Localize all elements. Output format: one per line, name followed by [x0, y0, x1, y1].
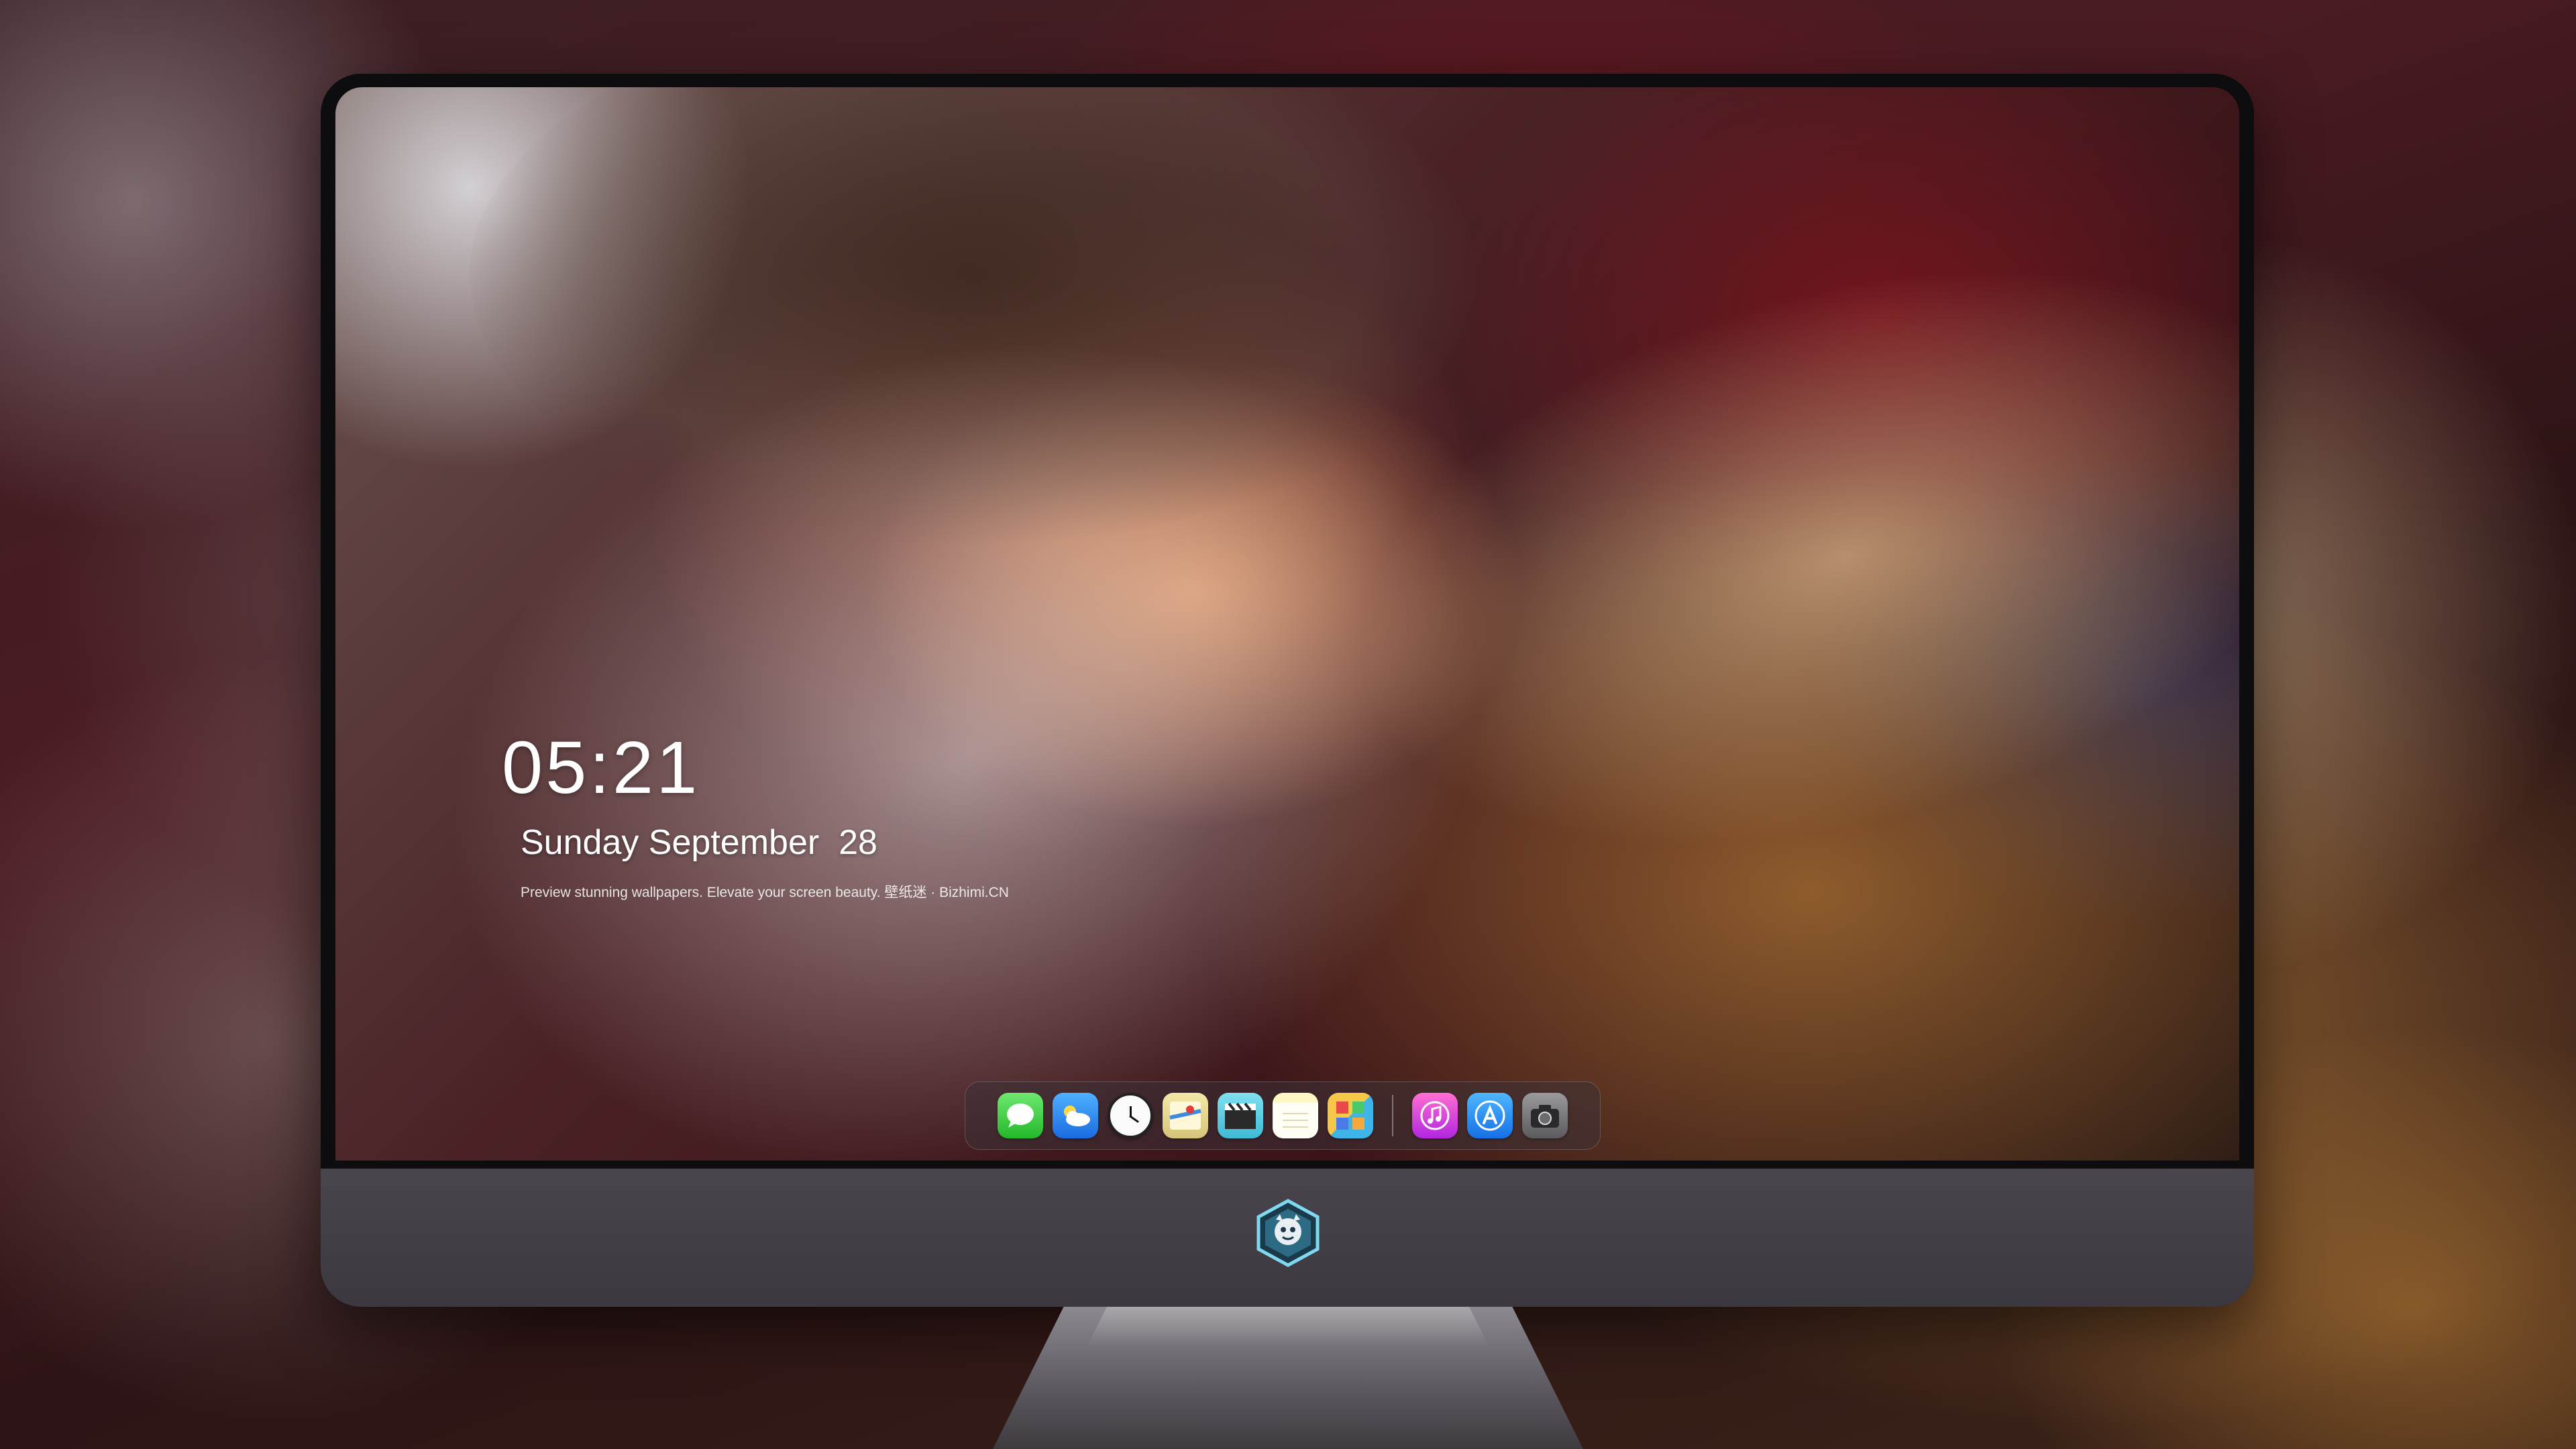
clock-icon: [1112, 1097, 1149, 1134]
weather-app-icon[interactable]: [1053, 1093, 1098, 1138]
clock-app-icon[interactable]: [1108, 1093, 1153, 1138]
lockscreen-date: Sunday September 28: [521, 823, 877, 862]
camera-app-icon[interactable]: [1522, 1093, 1568, 1138]
dock: [965, 1081, 1601, 1150]
monitor-screen: [335, 87, 2239, 1161]
dragon-mascot-logo: [1256, 1199, 1320, 1267]
wallpaper-tagline: Preview stunning wallpapers. Elevate you…: [521, 885, 1009, 900]
gallery-app-icon[interactable]: [1328, 1093, 1373, 1138]
maps-app-icon[interactable]: [1163, 1093, 1208, 1138]
notes-app-icon[interactable]: [1273, 1093, 1318, 1138]
videos-app-icon[interactable]: [1218, 1093, 1263, 1138]
music-app-icon[interactable]: [1412, 1093, 1458, 1138]
monitor-stand-highlight: [1087, 1307, 1489, 1347]
messages-app-icon[interactable]: [998, 1093, 1043, 1138]
dock-separator: [1392, 1095, 1393, 1136]
lockscreen-time: 05:21: [502, 727, 700, 809]
app-store-app-icon[interactable]: [1467, 1093, 1513, 1138]
